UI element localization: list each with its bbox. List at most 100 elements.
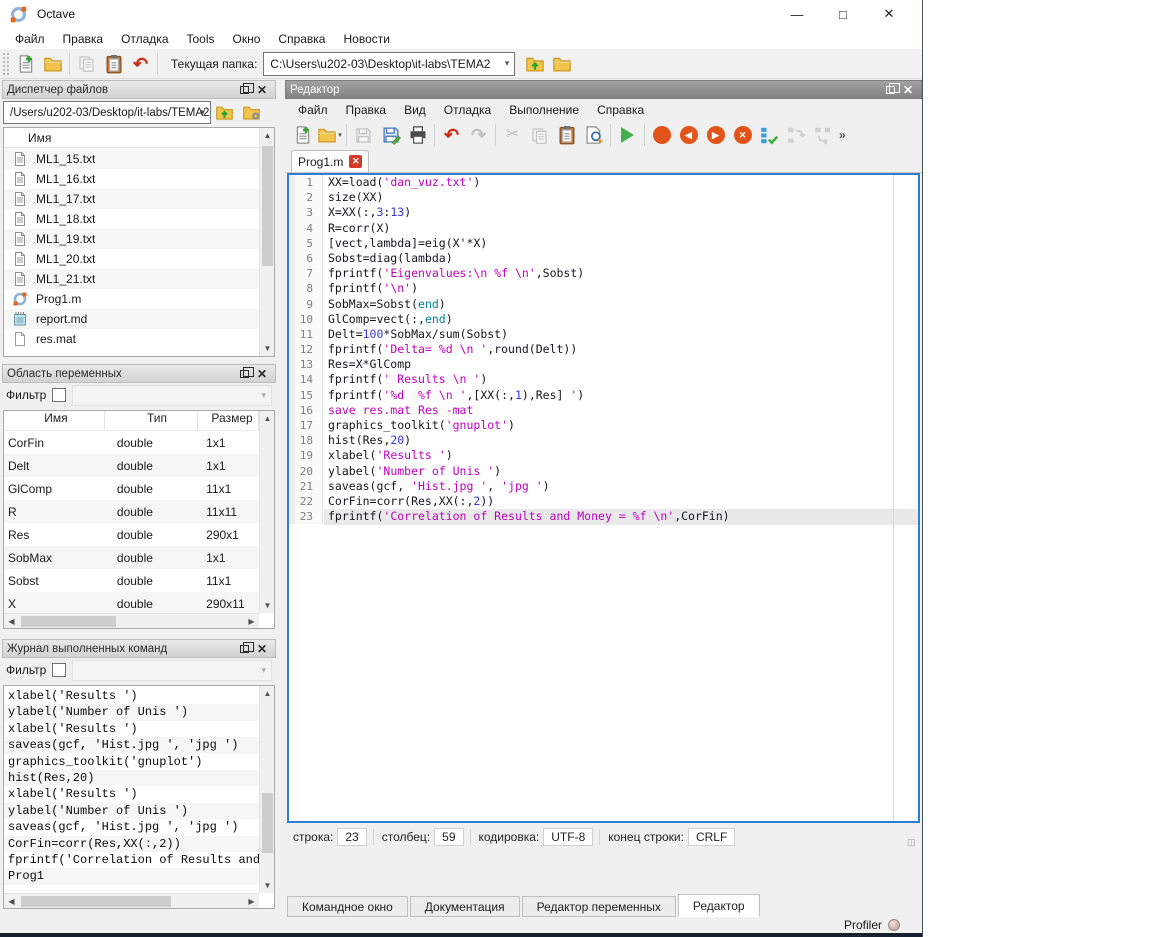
code-line[interactable]: 17 graphics_toolkit('gnuplot') — [289, 418, 918, 433]
new-script-button[interactable] — [12, 51, 39, 77]
files-up-button[interactable] — [211, 100, 238, 126]
files-actions-button[interactable] — [238, 100, 265, 126]
history-line[interactable]: fprintf('Correlation of Results and — [4, 852, 259, 868]
filter-checkbox[interactable] — [52, 663, 66, 677]
scroll-up-icon[interactable]: ▲ — [260, 128, 275, 143]
undock-button[interactable] — [235, 366, 253, 381]
menu-item[interactable]: Вид — [395, 100, 435, 120]
filter-combobox[interactable]: ▾ — [72, 660, 272, 681]
open-file-button[interactable] — [39, 51, 66, 77]
scroll-left-icon[interactable]: ◀ — [4, 617, 19, 626]
code-line[interactable]: 1 XX=load('dan_vuz.txt') — [289, 175, 918, 190]
history-line[interactable]: graphics_toolkit('gnuplot') — [4, 754, 259, 770]
code-editor[interactable]: 1 XX=load('dan_vuz.txt') 2 size(XX) 3 X=… — [287, 173, 920, 823]
scroll-down-icon[interactable]: ▼ — [260, 878, 275, 893]
close-button[interactable]: ✕ — [866, 0, 912, 28]
menu-item[interactable]: Tools — [178, 29, 224, 49]
line-number[interactable]: 16 — [289, 403, 323, 418]
run-button[interactable] — [614, 122, 641, 148]
line-number[interactable]: 8 — [289, 281, 323, 296]
variable-row[interactable]: SobMax double 1x1 — [4, 546, 259, 569]
history-horizontal-scrollbar[interactable]: ◀ ▶ — [4, 893, 259, 908]
code-line[interactable]: 9 SobMax=Sobst(end) — [289, 297, 918, 312]
menu-item[interactable]: Правка — [337, 100, 396, 120]
history-line[interactable]: saveas(gcf, 'Hist.jpg ', 'jpg ') — [4, 819, 259, 835]
menu-item[interactable]: Выполнение — [500, 100, 588, 120]
file-list-header[interactable]: ˆ Имя — [4, 128, 274, 148]
new-script-button[interactable] — [289, 122, 316, 148]
filter-combobox[interactable]: ▾ — [72, 385, 272, 406]
history-line[interactable]: ylabel('Number of Unis ') — [4, 704, 259, 720]
file-row[interactable]: ML1_17.txt — [4, 189, 259, 209]
history-line[interactable]: hist(Res,20) — [4, 770, 259, 786]
variable-row[interactable]: Res double 290x1 — [4, 523, 259, 546]
line-number[interactable]: 10 — [289, 312, 323, 327]
code-line[interactable]: 10 GlComp=vect(:,end) — [289, 312, 918, 327]
history-line[interactable]: xlabel('Results ') — [4, 786, 259, 802]
file-list-vertical-scrollbar[interactable]: ▲ ▼ — [259, 128, 274, 356]
history-line[interactable]: Prog1 — [4, 868, 259, 884]
file-row[interactable]: ML1_15.txt — [4, 149, 259, 169]
scroll-right-icon[interactable]: ▶ — [244, 617, 259, 626]
toolbar-grip[interactable] — [2, 52, 10, 76]
copy-button[interactable] — [73, 51, 100, 77]
variables-header-row[interactable]: ˆИмяТипРазмер — [4, 411, 259, 431]
browse-folder-button[interactable] — [548, 51, 575, 77]
toolbar-overflow-button[interactable]: » — [839, 128, 846, 142]
code-line[interactable]: 11 Delt=100*SobMax/sum(Sobst) — [289, 327, 918, 342]
undo-button[interactable]: ↶ — [438, 122, 465, 148]
history-line[interactable]: xlabel('Results ') — [4, 721, 259, 737]
line-number[interactable]: 17 — [289, 418, 323, 433]
variable-row[interactable]: R double 11x11 — [4, 500, 259, 523]
scroll-left-icon[interactable]: ◀ — [4, 897, 19, 906]
line-number[interactable]: 11 — [289, 327, 323, 342]
filter-checkbox[interactable] — [52, 388, 66, 402]
column-header[interactable]: ˆИмя — [4, 411, 105, 430]
variables-horizontal-scrollbar[interactable]: ◀ ▶ — [4, 613, 259, 628]
line-number[interactable]: 12 — [289, 342, 323, 357]
close-panel-button[interactable]: ✕ — [253, 82, 271, 97]
line-number[interactable]: 1 — [289, 175, 323, 190]
undock-button[interactable] — [881, 82, 899, 97]
save-button[interactable] — [350, 122, 377, 148]
line-number[interactable]: 22 — [289, 494, 323, 509]
file-row[interactable]: ML1_19.txt — [4, 229, 259, 249]
code-line[interactable]: 13 Res=X*GlComp — [289, 357, 918, 372]
dock-tab[interactable]: Документация — [410, 896, 520, 917]
code-line[interactable]: 3 X=XX(:,3:13) — [289, 205, 918, 220]
undock-button[interactable] — [235, 641, 253, 656]
paste-button[interactable] — [100, 51, 127, 77]
cut-button[interactable]: ✂ — [499, 122, 526, 148]
dock-tab[interactable]: Редактор — [678, 894, 760, 917]
step-in-button[interactable] — [783, 122, 810, 148]
code-line[interactable]: 7 fprintf('Eigenvalues:\n %f \n',Sobst) — [289, 266, 918, 281]
code-line[interactable]: 4 R=corr(X) — [289, 221, 918, 236]
code-line[interactable]: 15 fprintf('%d %f \n ',[XX(:,1),Res] ') — [289, 388, 918, 403]
history-vertical-scrollbar[interactable]: ▲ ▼ — [259, 686, 274, 893]
line-number[interactable]: 3 — [289, 205, 323, 220]
line-number[interactable]: 18 — [289, 433, 323, 448]
file-row[interactable]: res.mat — [4, 329, 259, 349]
toggle-breakpoint-button[interactable] — [648, 122, 675, 148]
maximize-button[interactable]: □ — [820, 0, 866, 28]
redo-button[interactable]: ↷ — [465, 122, 492, 148]
current-folder-combobox[interactable]: C:\Users\u202-03\Desktop\it-labs\TEMA2 ▾ — [263, 52, 515, 76]
tab-close-icon[interactable]: ✕ — [349, 155, 362, 168]
code-line[interactable]: 22 CorFin=corr(Res,XX(:,2)) — [289, 494, 918, 509]
code-line[interactable]: 16 save res.mat Res -mat — [289, 403, 918, 418]
line-number[interactable]: 7 — [289, 266, 323, 281]
scroll-down-icon[interactable]: ▼ — [260, 598, 275, 613]
close-panel-button[interactable]: ✕ — [899, 82, 917, 97]
variable-row[interactable]: CorFin double 1x1 — [4, 431, 259, 454]
dock-tab[interactable]: Командное окно — [287, 896, 408, 917]
remove-breakpoints-button[interactable]: ✕ — [729, 122, 756, 148]
file-row[interactable]: ML1_18.txt — [4, 209, 259, 229]
tab-prog1[interactable]: Prog1.m ✕ — [291, 150, 369, 172]
menu-item[interactable]: Отладка — [435, 100, 500, 120]
line-number[interactable]: 21 — [289, 479, 323, 494]
menu-item[interactable]: Отладка — [112, 29, 177, 49]
previous-breakpoint-button[interactable]: ◀ — [675, 122, 702, 148]
dock-tab[interactable]: Редактор переменных — [522, 896, 676, 917]
menu-item[interactable]: Новости — [334, 29, 398, 49]
history-line[interactable]: ylabel('Number of Unis ') — [4, 803, 259, 819]
